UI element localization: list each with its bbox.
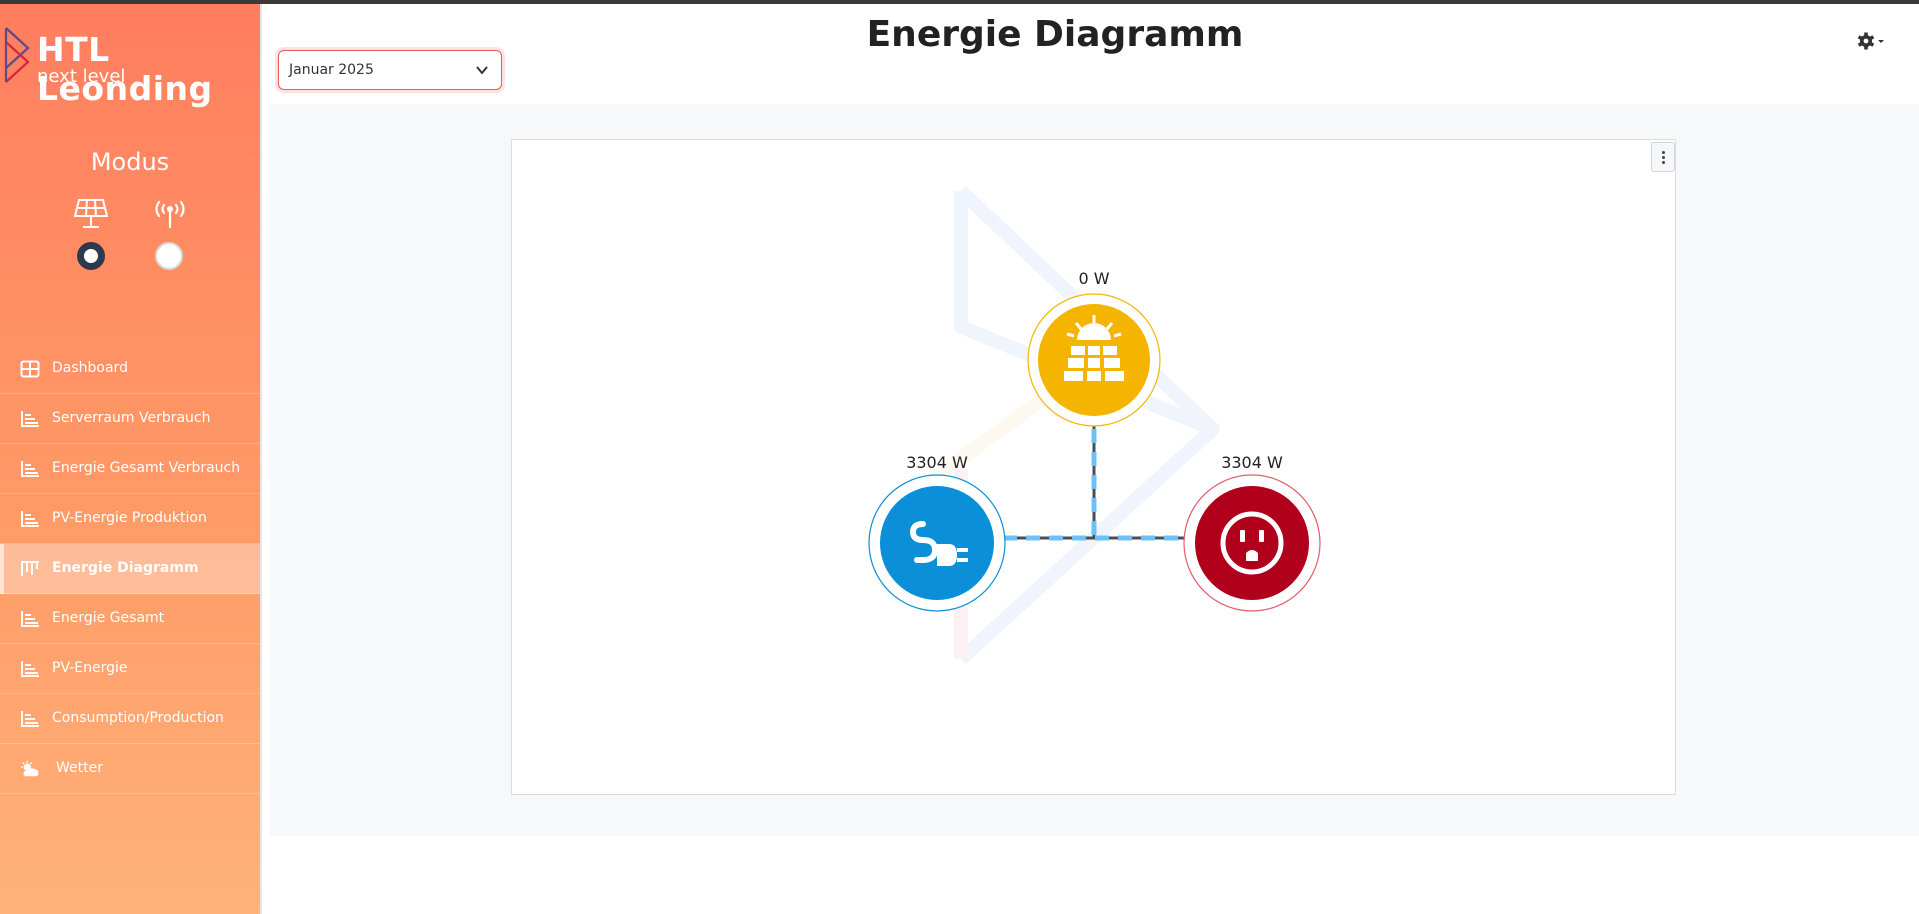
sidebar-item-label: Energie Gesamt <box>52 610 165 626</box>
sidebar-nav: Dashboard Serverraum Verbrauch Energie G… <box>0 344 260 794</box>
sidebar: HTL Leonding next level Modus Dashboard … <box>0 4 260 914</box>
sidebar-item-consumption-production[interactable]: Consumption/Production <box>0 694 260 744</box>
bar-chart-icon <box>21 461 39 477</box>
sidebar-item-label: Serverraum Verbrauch <box>52 410 211 426</box>
logo[interactable]: HTL Leonding next level <box>0 24 260 108</box>
sidebar-item-wetter[interactable]: Wetter <box>0 744 260 794</box>
bar-chart-icon <box>21 411 39 427</box>
mode-title: Modus <box>90 148 170 176</box>
consumption-value: 3304 W <box>1221 453 1283 472</box>
sidebar-item-label: Energie Diagramm <box>52 560 199 576</box>
card-menu-button[interactable] <box>1651 142 1675 172</box>
sidebar-item-label: Consumption/Production <box>52 710 224 726</box>
mode-radio-tower[interactable] <box>155 242 183 270</box>
logo-mark-icon <box>4 27 30 83</box>
bar-chart-icon <box>21 711 39 727</box>
bar-chart-icon <box>21 511 39 527</box>
solar-panel-icon <box>71 196 111 230</box>
sidebar-divider <box>260 4 262 914</box>
sidebar-item-pv-energie[interactable]: PV-Energie <box>0 644 260 694</box>
grid-value: 3304 W <box>906 453 968 472</box>
sidebar-item-pv-energie-produktion[interactable]: PV-Energie Produktion <box>0 494 260 544</box>
bar-chart-icon <box>21 661 39 677</box>
top-border <box>0 0 1919 4</box>
mode-radio-solar[interactable] <box>77 242 105 270</box>
sidebar-item-label: Dashboard <box>52 360 128 376</box>
sidebar-item-label: PV-Energie Produktion <box>52 510 207 526</box>
sidebar-item-label: Wetter <box>56 760 103 776</box>
sidebar-item-dashboard[interactable]: Dashboard <box>0 344 260 394</box>
sidebar-item-energie-gesamt-verbrauch[interactable]: Energie Gesamt Verbrauch <box>0 444 260 494</box>
sidebar-item-energie-gesamt[interactable]: Energie Gesamt <box>0 594 260 644</box>
broadcast-tower-icon <box>150 196 190 230</box>
energy-flow-diagram: 0 W 3304 W 3304 W <box>868 185 1321 665</box>
month-select[interactable]: Januar 2025 <box>278 50 502 90</box>
cloud-sun-icon <box>20 760 39 777</box>
grid-icon <box>20 360 40 378</box>
pv-node[interactable] <box>1027 293 1161 427</box>
sidebar-item-serverraum-verbrauch[interactable]: Serverraum Verbrauch <box>0 394 260 444</box>
sidebar-item-energie-diagramm[interactable]: Energie Diagramm <box>0 544 260 594</box>
brand-tagline: next level <box>37 66 126 87</box>
pv-value: 0 W <box>1078 269 1109 288</box>
grid-node[interactable] <box>868 474 1006 612</box>
page-title: Energie Diagramm <box>866 14 1244 55</box>
chevron-down-icon <box>476 66 488 75</box>
bar-chart-icon <box>21 611 39 627</box>
settings-gear-icon[interactable] <box>1856 30 1886 52</box>
month-select-value: Januar 2025 <box>289 62 374 78</box>
consumption-node[interactable] <box>1183 474 1321 612</box>
sidebar-item-label: PV-Energie <box>52 660 128 676</box>
flow-chart-icon <box>21 561 39 576</box>
sidebar-item-label: Energie Gesamt Verbrauch <box>52 460 241 476</box>
